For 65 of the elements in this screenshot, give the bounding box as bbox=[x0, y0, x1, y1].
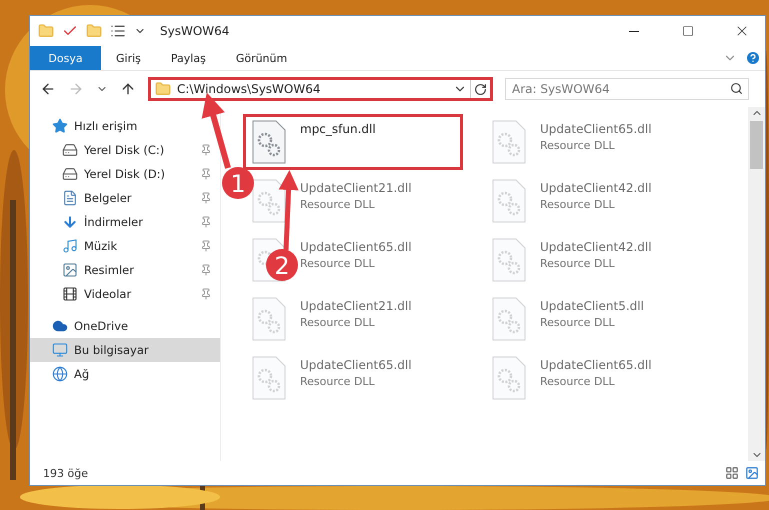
search-field[interactable]: Ara: SysWOW64 bbox=[505, 78, 749, 100]
file-name[interactable]: UpdateClient21.dll bbox=[300, 299, 412, 313]
item-count: 193 öğe bbox=[43, 466, 88, 480]
file-name[interactable]: UpdateClient5.dll bbox=[540, 299, 644, 313]
step-badge: 1 bbox=[222, 167, 254, 199]
ribbon-tab[interactable]: Dosya bbox=[30, 46, 101, 70]
file-item[interactable]: mpc_sfun.dll bbox=[243, 114, 463, 170]
nav-item[interactable]: Hızlı erişim bbox=[30, 114, 220, 138]
file-name[interactable]: UpdateClient42.dll bbox=[540, 181, 652, 195]
file-name[interactable]: mpc_sfun.dll bbox=[300, 122, 376, 136]
nav-item[interactable]: Yerel Disk (C:) bbox=[30, 138, 220, 162]
file-type: Resource DLL bbox=[300, 198, 376, 211]
nav-item[interactable]: Yerel Disk (D:) bbox=[30, 162, 220, 186]
step-badge: 2 bbox=[266, 249, 298, 281]
up-arrow-icon bbox=[120, 81, 136, 97]
details-view-icon[interactable] bbox=[725, 466, 739, 480]
file-name[interactable]: UpdateClient65.dll bbox=[540, 358, 652, 372]
nav-item[interactable]: Bu bilgisayar bbox=[30, 338, 220, 362]
scrollbar-thumb[interactable] bbox=[750, 121, 763, 169]
help-icon bbox=[745, 50, 761, 66]
folder-icon bbox=[155, 81, 171, 97]
thumbnail-view-icon[interactable] bbox=[745, 466, 759, 480]
ribbon-tab[interactable]: Paylaş bbox=[156, 46, 221, 70]
monitor-icon bbox=[52, 342, 68, 358]
nav-item[interactable]: Ağ bbox=[30, 362, 220, 386]
nav-item[interactable]: Müzik bbox=[30, 234, 220, 258]
globe-icon bbox=[52, 366, 68, 382]
refresh-icon[interactable] bbox=[474, 82, 487, 96]
file-type: Resource DLL bbox=[540, 257, 616, 270]
file-name[interactable]: UpdateClient42.dll bbox=[540, 240, 652, 254]
search-icon[interactable] bbox=[730, 82, 743, 95]
properties-icon[interactable] bbox=[110, 23, 126, 39]
download-icon bbox=[62, 214, 78, 230]
maximize-icon bbox=[682, 25, 694, 37]
file-name[interactable]: UpdateClient65.dll bbox=[540, 122, 652, 136]
document-icon bbox=[62, 190, 78, 206]
ribbon-tab[interactable]: Giriş bbox=[101, 46, 156, 70]
address-bar[interactable]: C:\Windows\SysWOW64 bbox=[148, 77, 493, 101]
file-type: Resource DLL bbox=[300, 375, 376, 388]
file-type: Resource DLL bbox=[540, 316, 616, 329]
file-name[interactable]: UpdateClient65.dll bbox=[300, 240, 412, 254]
nav-item[interactable]: OneDrive bbox=[30, 314, 220, 338]
star-icon bbox=[52, 118, 68, 134]
drive-icon bbox=[62, 166, 78, 182]
ribbon-tab[interactable]: Görünüm bbox=[220, 46, 302, 70]
file-name[interactable]: UpdateClient21.dll bbox=[300, 181, 412, 195]
nav-item[interactable]: İndirmeler bbox=[30, 210, 220, 234]
nav-item[interactable]: Videolar bbox=[30, 282, 220, 306]
minimize-icon bbox=[629, 30, 639, 32]
file-type: Resource DLL bbox=[540, 139, 616, 152]
nav-item[interactable]: Belgeler bbox=[30, 186, 220, 210]
film-icon bbox=[62, 286, 78, 302]
file-name[interactable]: UpdateClient65.dll bbox=[300, 358, 412, 372]
drive-icon bbox=[62, 142, 78, 158]
window-title: SysWOW64 bbox=[160, 24, 230, 38]
file-type: Resource DLL bbox=[540, 375, 616, 388]
file-type: Resource DLL bbox=[300, 316, 376, 329]
cloud-icon bbox=[52, 318, 68, 334]
file-type: Resource DLL bbox=[300, 257, 376, 270]
image-icon bbox=[62, 262, 78, 278]
file-type: Resource DLL bbox=[540, 198, 616, 211]
scrollbar[interactable] bbox=[748, 107, 765, 461]
music-note-icon bbox=[62, 238, 78, 254]
forward-arrow-icon bbox=[68, 81, 84, 97]
nav-item[interactable]: Resimler bbox=[30, 258, 220, 282]
